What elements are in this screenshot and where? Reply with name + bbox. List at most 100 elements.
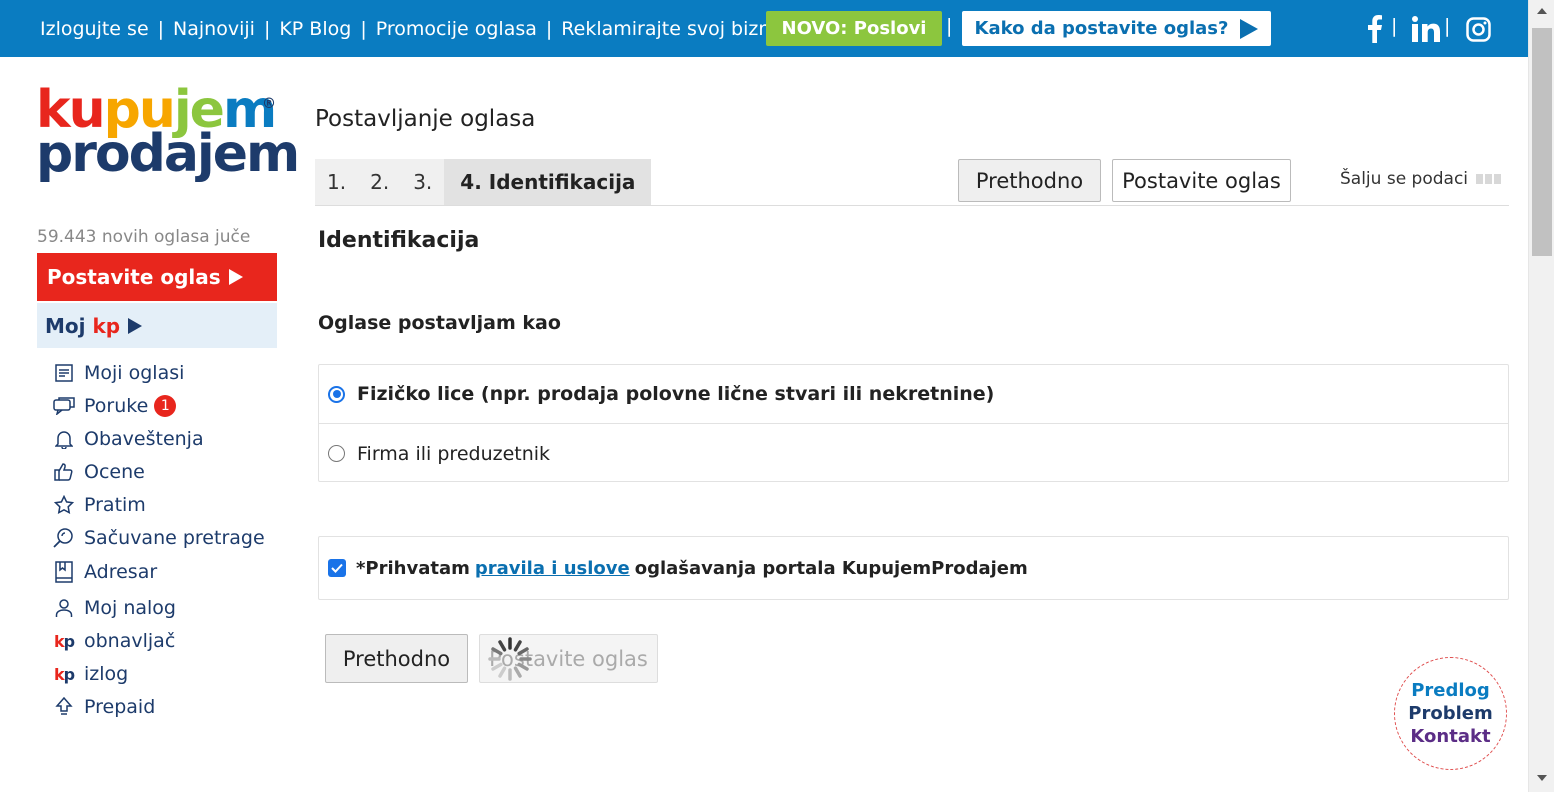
thumbs-up-icon [52, 460, 76, 484]
registered-mark: ® [262, 96, 276, 112]
loading-spinner-icon [488, 637, 532, 681]
scroll-thumb[interactable] [1532, 28, 1552, 256]
advertise-link[interactable]: Reklamirajte svoj biznis [561, 18, 785, 40]
posting-as-label: Oglase postavljam kao [318, 312, 561, 334]
my-kp-label: Moj kp [45, 313, 121, 338]
nav-separator: | [946, 15, 953, 37]
sidebar-item-saved-searches[interactable]: Sačuvane pretrage [52, 525, 265, 551]
chat-icon [52, 394, 76, 418]
sidebar-item-ratings[interactable]: Ocene [52, 459, 145, 485]
facebook-icon[interactable] [1367, 12, 1383, 46]
sidebar-item-address-book[interactable]: Adresar [52, 559, 157, 585]
step-2-tab[interactable]: 2. [358, 159, 402, 205]
kp-icon: kp [53, 664, 75, 684]
sidebar-item-label: Prepaid [84, 696, 156, 718]
step-3-tab[interactable]: 3. [401, 159, 445, 205]
previous-button[interactable]: Prethodno [325, 634, 468, 683]
play-arrow-icon [128, 317, 143, 334]
step-4-tab[interactable]: 4. Identifikacija [444, 159, 652, 205]
option-individual[interactable]: Fizičko lice (npr. prodaja polovne lične… [319, 365, 1508, 424]
address-book-icon [52, 560, 76, 584]
my-kp-button[interactable]: Moj kp [37, 303, 277, 348]
sidebar-item-label: Obaveštenja [84, 428, 204, 450]
post-ad-label: Postavite oglas [47, 265, 221, 289]
list-icon [52, 361, 76, 385]
sidebar-item-messages[interactable]: Poruke 1 [52, 393, 177, 419]
play-arrow-icon [228, 269, 243, 285]
sidebar-item-label: izlog [84, 663, 129, 685]
sidebar-item-label: Pratim [84, 494, 146, 516]
page-title: Postavljanje oglasa [315, 106, 536, 132]
top-nav: Izlogujte se | Najnoviji | KP Blog | Pro… [40, 0, 810, 57]
sidebar-item-my-ads[interactable]: Moji oglasi [52, 360, 184, 386]
sending-status: Šalju se podaci [1340, 169, 1502, 189]
sidebar-item-my-account[interactable]: Moj nalog [52, 595, 176, 621]
linkedin-icon[interactable] [1412, 12, 1440, 46]
how-to-post-button[interactable]: Kako da postavite oglas? [962, 11, 1271, 46]
step-1-tab[interactable]: 1. [315, 159, 359, 205]
user-icon [52, 596, 76, 620]
terms-link[interactable]: pravila i uslove [475, 558, 630, 579]
terms-prefix: *Prihvatam [356, 557, 470, 579]
sidebar-item-showcase[interactable]: kp izlog [52, 661, 128, 687]
nav-separator: | [545, 17, 553, 40]
scrollbar[interactable] [1528, 0, 1554, 792]
logo-line-2: prodajem [36, 124, 300, 184]
nav-separator: | [263, 17, 271, 40]
check-icon [331, 563, 343, 573]
terms-suffix: oglašavanja portala KupujemProdajem [634, 557, 1028, 579]
post-ad-button-top[interactable]: Postavite oglas [1112, 159, 1291, 202]
radio-company[interactable] [328, 445, 345, 462]
site-logo[interactable]: kupujem prodajem ® [36, 84, 300, 194]
feedback-problem: Problem [1408, 703, 1493, 724]
how-to-post-label: Kako da postavite oglas? [974, 18, 1229, 39]
feedback-contact: Kontakt [1410, 726, 1491, 747]
sidebar-item-prepaid[interactable]: Prepaid [52, 694, 155, 720]
top-bar: Izlogujte se | Najnoviji | KP Blog | Pro… [0, 0, 1528, 57]
feedback-suggestion: Predlog [1411, 680, 1490, 701]
sidebar-item-label: Moji oglasi [84, 362, 185, 384]
sidebar-item-following[interactable]: Pratim [52, 492, 146, 518]
scroll-down-icon[interactable] [1537, 775, 1547, 781]
nav-separator: | [157, 17, 165, 40]
social-separator: | [1391, 15, 1398, 37]
sidebar-item-label: Poruke [84, 395, 149, 417]
terms-row: *Prihvatam pravila i uslove oglašavanja … [318, 536, 1509, 600]
option-label: Fizičko lice (npr. prodaja polovne lične… [357, 383, 995, 405]
search-bell-icon [52, 526, 76, 550]
divider [315, 205, 1509, 206]
sidebar-item-label: Moj nalog [84, 597, 176, 619]
nav-separator: | [360, 17, 367, 40]
social-separator: | [1444, 15, 1451, 37]
page: Izlogujte se | Najnoviji | KP Blog | Pro… [0, 0, 1554, 792]
scroll-up-icon[interactable] [1537, 8, 1547, 14]
jobs-button[interactable]: NOVO: Poslovi [766, 11, 942, 46]
option-label: Firma ili preduzetnik [357, 442, 551, 465]
radio-individual[interactable] [328, 385, 345, 403]
section-title: Identifikacija [318, 228, 480, 253]
sidebar-item-label: obnavljač [84, 630, 176, 652]
promotions-link[interactable]: Promocije oglasa [376, 18, 537, 40]
unread-badge: 1 [154, 395, 177, 417]
blog-link[interactable]: KP Blog [279, 18, 351, 40]
sidebar-item-notifications[interactable]: Obaveštenja [52, 426, 204, 452]
option-company[interactable]: Firma ili preduzetnik [319, 424, 1508, 483]
sidebar-item-renewer[interactable]: kp obnavljač [52, 628, 175, 654]
sidebar-item-label: Ocene [84, 461, 145, 483]
instagram-icon[interactable] [1466, 12, 1491, 46]
sidebar-item-label: Sačuvane pretrage [84, 527, 265, 549]
star-icon [52, 493, 76, 517]
post-ad-button[interactable]: Postavite oglas [37, 253, 277, 301]
step-tabs: 1. 2. 3. 4. Identifikacija [315, 159, 652, 205]
terms-checkbox[interactable] [328, 559, 346, 577]
posting-as-options: Fizičko lice (npr. prodaja polovne lične… [318, 364, 1509, 482]
new-ads-count: 59.443 novih oglasa juče [37, 227, 251, 247]
feedback-widget[interactable]: Predlog Problem Kontakt [1394, 657, 1507, 770]
play-arrow-icon [1240, 18, 1259, 39]
logout-link[interactable]: Izlogujte se [40, 18, 149, 40]
bell-icon [52, 427, 76, 451]
newest-link[interactable]: Najnoviji [173, 18, 255, 40]
sidebar-item-label: Adresar [84, 561, 158, 583]
previous-button-top[interactable]: Prethodno [958, 159, 1101, 202]
sending-label: Šalju se podaci [1340, 169, 1469, 189]
